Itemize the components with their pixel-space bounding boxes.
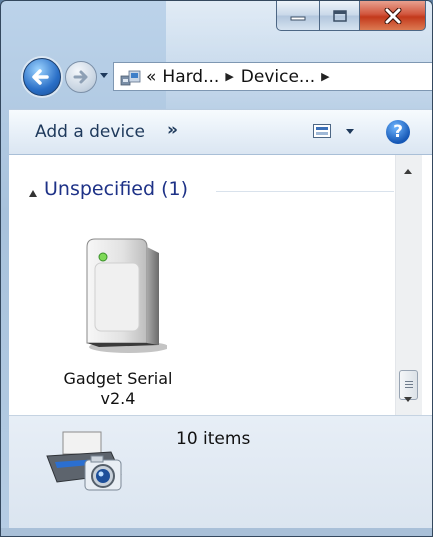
maximize-button[interactable] bbox=[320, 1, 360, 31]
devices-folder-icon bbox=[120, 70, 141, 85]
forward-arrow-icon bbox=[73, 70, 88, 84]
breadcrumb-hardware[interactable]: Hard... bbox=[162, 67, 219, 87]
forward-button[interactable] bbox=[65, 61, 97, 93]
device-label-version: v2.4 bbox=[100, 389, 136, 408]
change-view-icon[interactable] bbox=[313, 124, 331, 138]
more-commands-button[interactable]: » bbox=[167, 120, 178, 140]
explorer-window: « Hard... ▶ Device... ▶ Add a device » ?… bbox=[0, 0, 433, 537]
group-collapse-arrow[interactable] bbox=[29, 190, 37, 197]
command-bar: Add a device » ? bbox=[9, 109, 432, 155]
help-icon[interactable]: ? bbox=[386, 120, 410, 144]
grip-line bbox=[405, 387, 413, 388]
vertical-scrollbar[interactable] bbox=[395, 155, 422, 415]
device-item-gadget-serial[interactable]: Gadget Serial v2.4 bbox=[45, 225, 191, 413]
add-device-button[interactable]: Add a device bbox=[35, 122, 145, 142]
close-button[interactable] bbox=[360, 1, 426, 31]
printer-camera-icon bbox=[46, 431, 122, 491]
breadcrumb-separator-arrow[interactable]: ▶ bbox=[321, 70, 329, 83]
grip-line bbox=[405, 384, 413, 385]
address-overflow-button[interactable]: « bbox=[146, 67, 156, 87]
group-divider bbox=[216, 191, 394, 192]
breadcrumb-separator-arrow[interactable]: ▶ bbox=[225, 70, 233, 83]
caption-buttons bbox=[276, 1, 426, 31]
grip-line bbox=[405, 381, 413, 382]
back-button[interactable] bbox=[23, 58, 61, 96]
view-options-dropdown[interactable] bbox=[346, 129, 354, 134]
address-row: « Hard... ▶ Device... ▶ bbox=[1, 56, 432, 96]
group-header-unspecified[interactable]: Unspecified (1) bbox=[44, 178, 188, 200]
scroll-up-arrow-icon[interactable] bbox=[404, 169, 412, 174]
minimize-icon bbox=[290, 16, 306, 20]
minimize-button[interactable] bbox=[276, 1, 320, 31]
generic-device-icon bbox=[86, 238, 167, 353]
window-bottom-border bbox=[1, 528, 432, 536]
recent-pages-dropdown[interactable] bbox=[98, 69, 110, 81]
scroll-thumb[interactable] bbox=[399, 370, 418, 400]
breadcrumb-devices[interactable]: Device... bbox=[241, 67, 315, 87]
dropdown-arrow-icon bbox=[100, 73, 108, 78]
scroll-down-arrow-icon[interactable] bbox=[404, 397, 412, 402]
device-label-name: Gadget Serial bbox=[63, 369, 173, 388]
maximize-icon bbox=[332, 9, 347, 22]
item-count: 10 items bbox=[176, 429, 251, 449]
address-bar[interactable]: « Hard... ▶ Device... ▶ bbox=[113, 62, 432, 91]
device-label: Gadget Serial v2.4 bbox=[45, 369, 191, 409]
close-icon bbox=[384, 7, 401, 24]
back-arrow-icon bbox=[32, 69, 49, 85]
